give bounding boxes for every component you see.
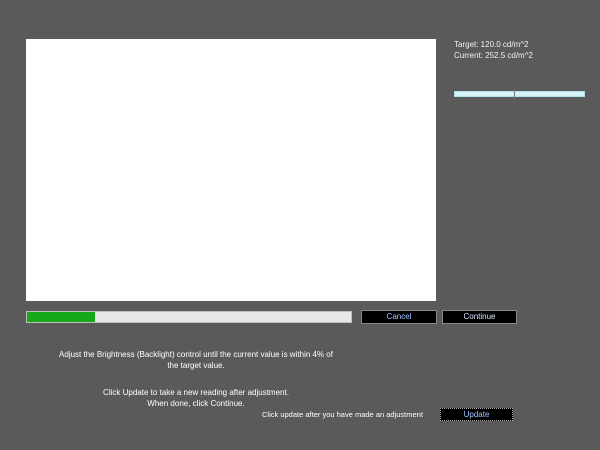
instruction-line: Adjust the Brightness (Backlight) contro… — [59, 350, 333, 359]
instruction-line: Click Update to take a new reading after… — [103, 388, 289, 397]
progress-fill — [27, 312, 96, 322]
instruction-line: the target value. — [167, 361, 225, 370]
cancel-button[interactable]: Cancel — [361, 310, 437, 324]
meter-marker — [514, 89, 516, 99]
instructions-text: Adjust the Brightness (Backlight) contro… — [26, 349, 366, 409]
instruction-line: When done, click Continue. — [147, 399, 245, 408]
continue-button[interactable]: Continue — [442, 310, 517, 324]
current-readout: Current: 252.5 cd/m^2 — [454, 51, 533, 60]
calibration-progress-bar — [26, 311, 352, 323]
target-readout: Target: 120.0 cd/m^2 — [454, 40, 529, 49]
update-hint-label: Click update after you have made an adju… — [262, 410, 423, 419]
brightness-meter — [454, 89, 585, 99]
calibration-preview-area — [26, 39, 436, 301]
update-button[interactable]: Update — [440, 408, 513, 421]
